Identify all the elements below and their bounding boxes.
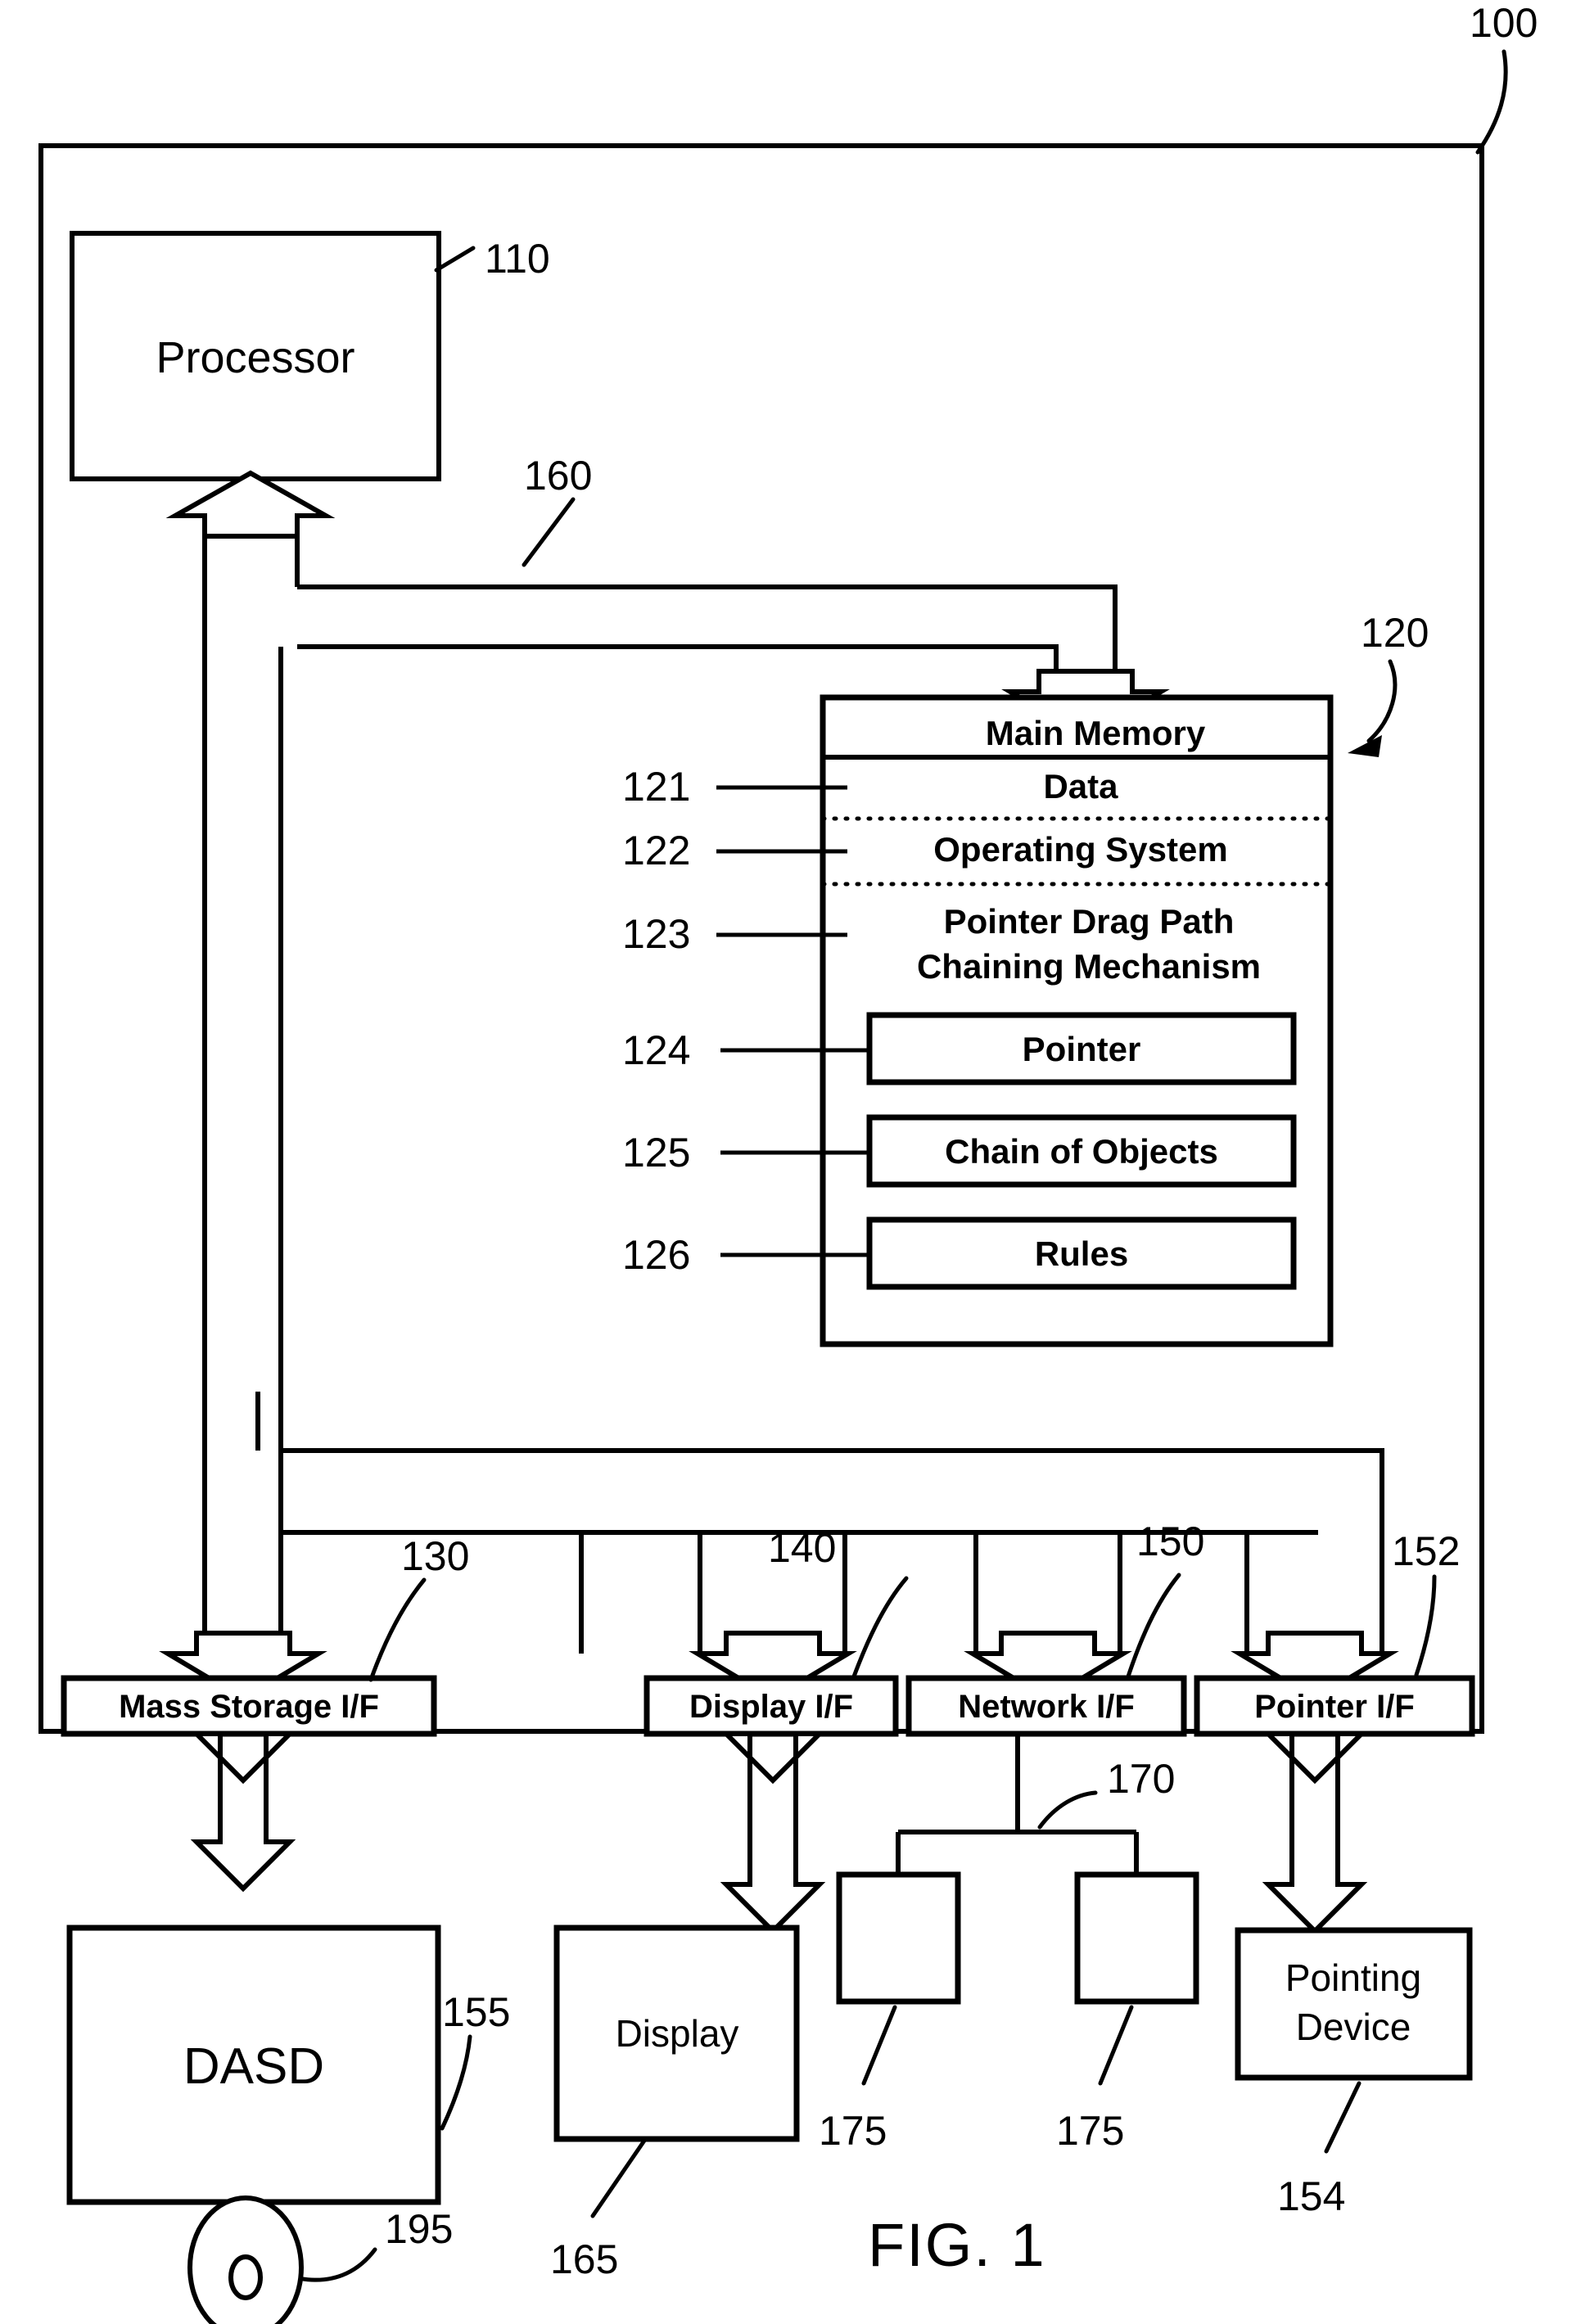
display-label: Display xyxy=(616,2012,739,2055)
ref-175-left-label: 175 xyxy=(819,2108,887,2154)
ref-155-label: 155 xyxy=(442,1989,510,2035)
ref-123-label: 123 xyxy=(622,911,690,957)
pointer-if-label: Pointer I/F xyxy=(1254,1689,1415,1725)
ref-100-label: 100 xyxy=(1470,0,1538,46)
operating-system-label: Operating System xyxy=(933,830,1227,869)
arrow-mass-storage-dasd xyxy=(190,1731,296,1893)
ref-110-label: 110 xyxy=(485,236,550,282)
arrow-pointer-if-pointing-device xyxy=(1262,1731,1368,1935)
figure-caption: FIG. 1 xyxy=(868,2211,1046,2279)
display-if-label: Display I/F xyxy=(689,1689,853,1725)
arrow-display-if-display xyxy=(720,1731,826,1935)
ref-195-leader xyxy=(300,2247,377,2282)
data-label: Data xyxy=(1043,767,1118,806)
mechanism-label-line2: Chaining Mechanism xyxy=(917,947,1261,986)
ref-195-label: 195 xyxy=(385,2206,453,2252)
rules-label: Rules xyxy=(1035,1234,1128,1273)
ref-170-label: 170 xyxy=(1107,1756,1175,1802)
optical-disc-hub xyxy=(228,2254,263,2300)
ref-150-label: 150 xyxy=(1136,1518,1204,1564)
ref-152-label: 152 xyxy=(1392,1528,1460,1574)
ref-140-label: 140 xyxy=(768,1525,836,1571)
ref-175-right-leader xyxy=(1098,2005,1134,2086)
chain-of-objects-label: Chain of Objects xyxy=(945,1132,1218,1171)
ref-130-label: 130 xyxy=(401,1533,469,1579)
ref-126-label: 126 xyxy=(622,1232,690,1278)
pointing-device-box xyxy=(1235,1927,1473,2081)
processor-label: Processor xyxy=(156,333,354,382)
ref-125-label: 125 xyxy=(622,1130,690,1176)
dasd-label: DASD xyxy=(183,2038,324,2095)
ref-120-label: 120 xyxy=(1361,610,1429,656)
ref-160-label: 160 xyxy=(524,453,592,499)
ref-175-left-leader xyxy=(861,2005,897,2086)
network-node-left-box xyxy=(836,1871,961,2005)
ref-165-leader xyxy=(590,2138,647,2218)
network-node-right-box xyxy=(1074,1871,1199,2005)
ref-170-leader xyxy=(1037,1790,1098,1830)
ref-100-leader xyxy=(1475,49,1508,155)
ref-154-leader xyxy=(1324,2081,1362,2154)
ref-121-label: 121 xyxy=(622,764,690,810)
pointing-device-label-line2: Device xyxy=(1296,2006,1411,2048)
figure-canvas: 100 Processor 110 160 Main Memory 120 Da… xyxy=(38,0,1538,2324)
main-memory-label: Main Memory xyxy=(986,714,1206,752)
pointer-label: Pointer xyxy=(1023,1030,1141,1068)
mechanism-label-line1: Pointer Drag Path xyxy=(944,902,1235,941)
patent-figure-1: 100 Processor 110 160 Main Memory 120 Da… xyxy=(0,0,1576,2324)
ref-154-label: 154 xyxy=(1277,2173,1345,2219)
ref-122-label: 122 xyxy=(622,828,690,873)
mass-storage-if-label: Mass Storage I/F xyxy=(119,1689,379,1725)
ref-124-label: 124 xyxy=(622,1027,690,1073)
ref-175-right-label: 175 xyxy=(1056,2108,1124,2154)
network-if-label: Network I/F xyxy=(958,1689,1135,1725)
ref-155-leader xyxy=(440,2034,472,2131)
pointing-device-label-line1: Pointing xyxy=(1285,1956,1421,1999)
ref-165-label: 165 xyxy=(550,2236,618,2282)
